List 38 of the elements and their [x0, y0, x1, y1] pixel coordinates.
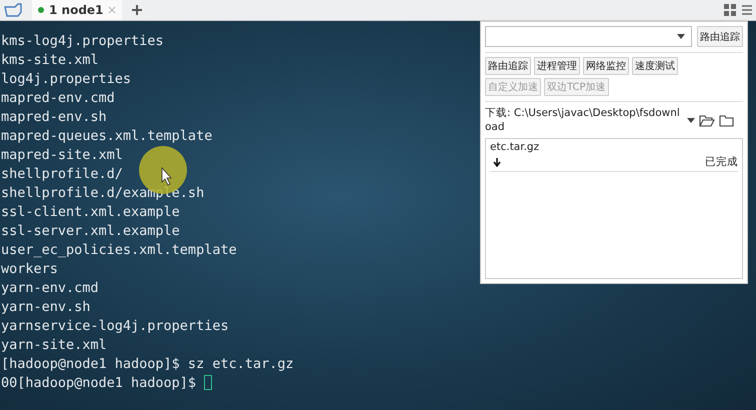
terminal-line: ssl-client.xml.example	[1, 204, 180, 220]
download-path: 下载: C:\Users\javac\Desktop\fsdownload	[485, 106, 681, 134]
terminal-line: mapred-env.sh	[1, 108, 107, 124]
terminal-line: yarnservice-log4j.properties	[1, 318, 229, 334]
menu-icon[interactable]	[742, 4, 752, 16]
session-tab[interactable]: 1 node1	[32, 0, 122, 20]
terminal-line: workers	[1, 260, 58, 276]
terminal-line: mapred-env.cmd	[1, 90, 115, 106]
folder-icon[interactable]	[719, 114, 734, 126]
trace-button[interactable]: 路由追踪	[697, 26, 743, 47]
terminal-line: user_ec_policies.xml.template	[1, 242, 237, 258]
caret-icon[interactable]	[687, 118, 695, 122]
file-name: etc.tar.gz	[490, 141, 540, 153]
open-folder-icon[interactable]	[699, 114, 715, 126]
terminal-line: shellprofile.d/example.sh	[1, 184, 204, 200]
tool-button[interactable]: 进程管理	[534, 57, 580, 75]
tab-label: 1 node1	[49, 3, 104, 17]
download-arrow-icon	[493, 158, 501, 166]
terminal-line: log4j.properties	[1, 70, 132, 86]
terminal-cursor	[204, 375, 212, 390]
grid-icon[interactable]	[724, 4, 736, 16]
tool-button[interactable]: 速度测试	[632, 57, 678, 75]
caret-icon	[677, 34, 685, 39]
add-tab-icon[interactable]	[132, 5, 142, 15]
terminal-line: 00[hadoop@node1 hadoop]$	[1, 374, 198, 390]
terminal-line: ssl-server.xml.example	[1, 222, 180, 238]
terminal-line: mapred-site.xml	[1, 146, 123, 162]
tool-button[interactable]: 路由追踪	[485, 57, 531, 75]
terminal-line: mapred-queues.xml.template	[1, 128, 212, 144]
terminal-line: kms-log4j.properties	[1, 32, 164, 48]
terminal-line: yarn-env.cmd	[1, 280, 99, 296]
terminal-line: [hadoop@node1 hadoop]$ sz etc.tar.gz	[1, 356, 294, 372]
terminal-line: yarn-env.sh	[1, 298, 90, 314]
tool-button[interactable]: 网络监控	[583, 57, 629, 75]
terminal-line: yarn-site.xml	[1, 336, 107, 352]
terminal-line: shellprofile.d/	[1, 166, 123, 182]
transfer-status: 已完成	[705, 155, 738, 169]
terminal-line: kms-site.xml	[1, 52, 99, 68]
